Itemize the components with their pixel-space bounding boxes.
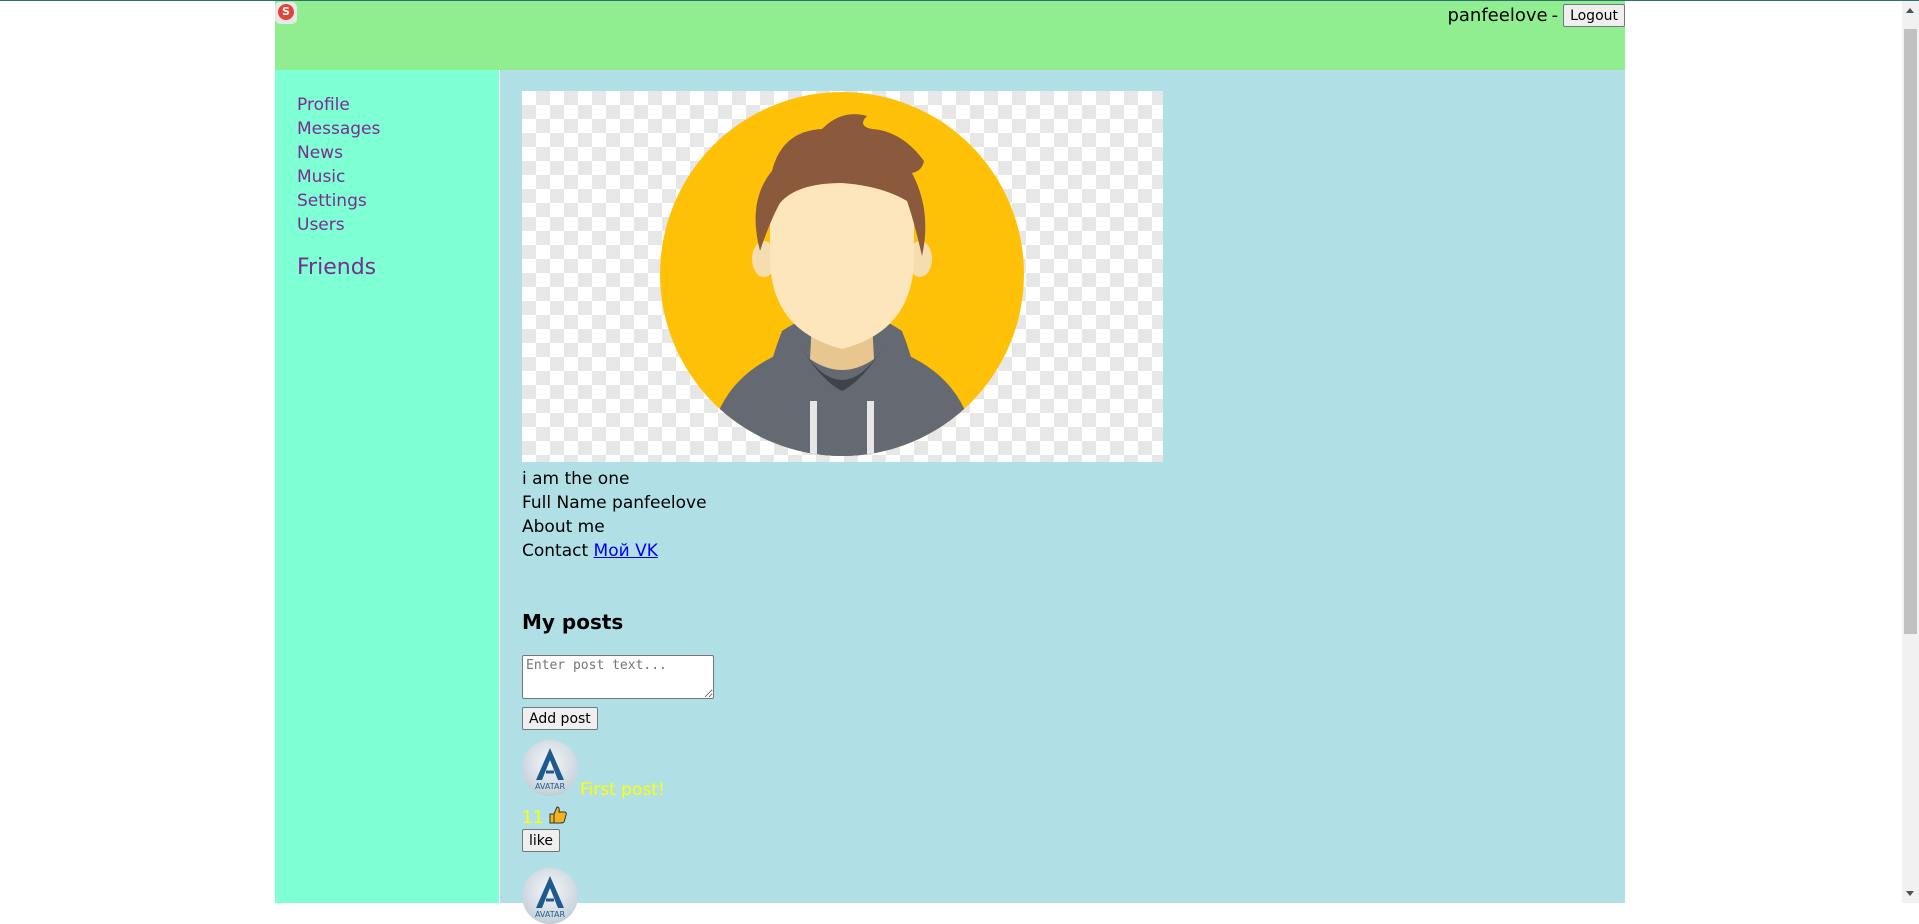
add-post-button[interactable]: Add post	[522, 707, 598, 730]
post-avatar: AVATAR	[522, 868, 578, 924]
person-avatar-icon	[660, 92, 1024, 456]
scroll-up-icon[interactable]	[1906, 8, 1914, 13]
username-separator: -	[1551, 5, 1559, 26]
post-text-input[interactable]	[522, 655, 714, 699]
contact-label: Contact	[522, 541, 589, 561]
app-logo: S	[275, 2, 297, 24]
avatar-text: AVATAR	[535, 782, 566, 791]
profile-contact-line: Contact Мой VK	[522, 539, 707, 563]
avatar-logo-icon: AVATAR	[535, 748, 566, 791]
login-block: panfeelove - Logout	[1447, 4, 1625, 27]
logo-icon: S	[278, 4, 294, 20]
full-name-value: panfeelove	[612, 493, 707, 513]
sidebar-item-settings[interactable]: Settings	[297, 189, 380, 213]
scroll-down-icon[interactable]	[1906, 891, 1914, 896]
sidebar: Profile Messages News Music Settings Use…	[275, 70, 499, 903]
like-button[interactable]: like	[522, 829, 561, 852]
post-text: First post!	[580, 780, 665, 800]
post-likes: 11	[522, 805, 568, 830]
logout-button[interactable]: Logout	[1563, 4, 1625, 27]
profile-content: i am the one Full Name panfeelove About …	[500, 70, 1625, 924]
sidebar-item-messages[interactable]: Messages	[297, 117, 380, 141]
sidebar-nav: Profile Messages News Music Settings Use…	[297, 93, 380, 237]
profile-full-name-line: Full Name panfeelove	[522, 491, 707, 515]
post-avatar: AVATAR	[522, 740, 578, 796]
sidebar-item-music[interactable]: Music	[297, 165, 380, 189]
contact-vk-link[interactable]: Мой VK	[594, 541, 658, 561]
avatar-logo-icon: AVATAR	[535, 876, 566, 919]
likes-count: 11	[522, 807, 544, 828]
sidebar-item-profile[interactable]: Profile	[297, 93, 380, 117]
page-scrollbar[interactable]	[1902, 1, 1919, 903]
about-me-label: About me	[522, 517, 605, 537]
username: panfeelove	[1447, 5, 1548, 26]
friends-heading: Friends	[297, 255, 377, 280]
header: S panfeelove - Logout	[275, 1, 1625, 70]
sidebar-item-users[interactable]: Users	[297, 213, 380, 237]
profile-avatar-image	[522, 91, 1163, 462]
profile-info: i am the one Full Name panfeelove About …	[522, 467, 707, 563]
profile-status: i am the one	[522, 469, 630, 489]
avatar-text: AVATAR	[535, 910, 566, 919]
full-name-label: Full Name	[522, 493, 607, 513]
sidebar-item-news[interactable]: News	[297, 141, 380, 165]
my-posts-title: My posts	[522, 610, 624, 634]
scroll-thumb[interactable]	[1904, 29, 1917, 634]
thumbs-up-icon	[548, 805, 568, 830]
app: S panfeelove - Logout Profile Messages N…	[275, 1, 1625, 924]
